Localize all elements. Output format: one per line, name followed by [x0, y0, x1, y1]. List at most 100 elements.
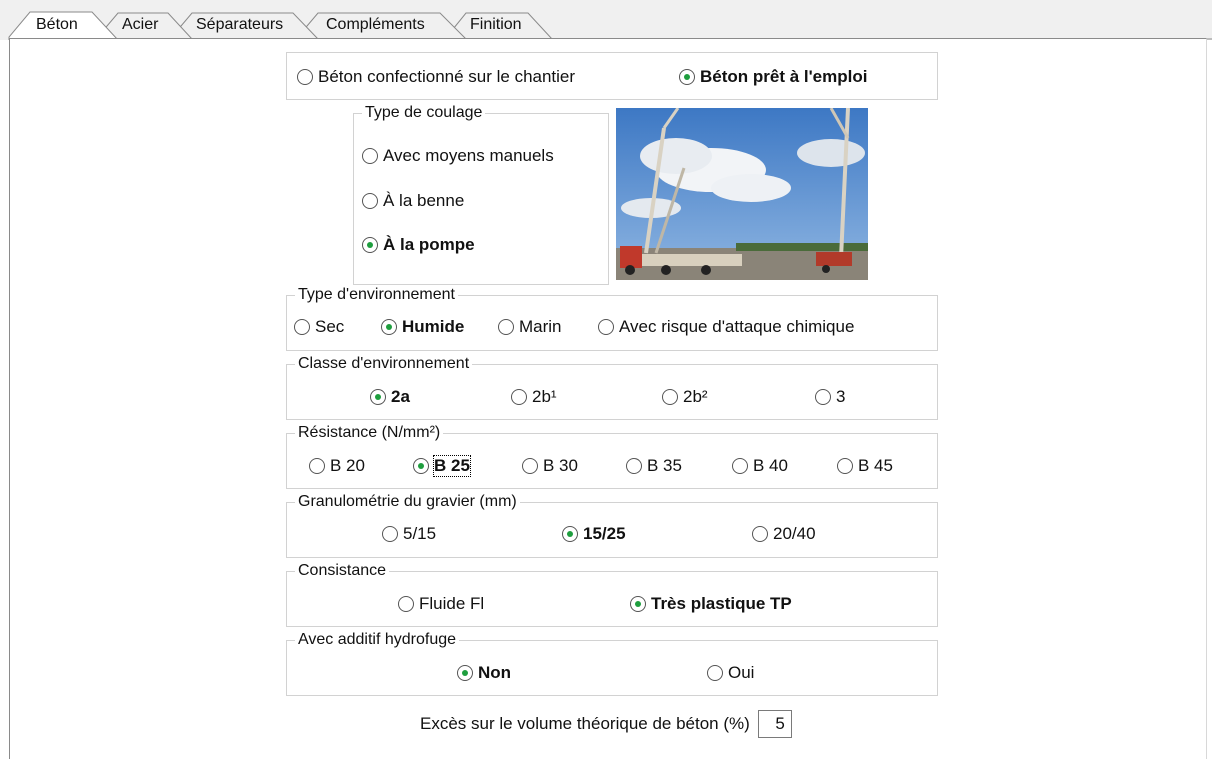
radio-indicator [362, 193, 378, 209]
hydrofuge-legend: Avec additif hydrofuge [295, 630, 460, 650]
radio-beton-pret[interactable]: Béton prêt à l'emploi [679, 67, 867, 87]
coulage-legend: Type de coulage [362, 103, 486, 123]
radio-label: B 40 [753, 456, 788, 475]
classe-legend: Classe d'environnement [295, 354, 473, 374]
consistance-group: Consistance Fluide Fl Très plastique TP [286, 561, 938, 627]
radio-env-marin[interactable]: Marin [498, 317, 562, 337]
environnement-group: Type d'environnement Sec Humide Marin Av… [286, 285, 938, 351]
radio-env-sec[interactable]: Sec [294, 317, 344, 337]
radio-res-b25[interactable]: B 25 [413, 455, 471, 477]
radio-label: Très plastique TP [651, 594, 792, 613]
resistance-legend: Résistance (N/mm²) [295, 423, 444, 443]
radio-label: Non [478, 663, 512, 682]
granulometrie-group: Granulométrie du gravier (mm) 5/15 15/25… [286, 492, 938, 558]
radio-label: 15/25 [583, 524, 626, 543]
tab-beton[interactable]: Béton [36, 16, 78, 34]
radio-indicator [598, 319, 614, 335]
exces-input[interactable]: 5 [757, 710, 792, 738]
radio-label: B 25 [433, 455, 471, 477]
radio-label: 2a [391, 387, 410, 406]
radio-label: 2b¹ [532, 387, 557, 406]
environnement-legend: Type d'environnement [295, 285, 458, 305]
tab-acier[interactable]: Acier [122, 16, 158, 34]
radio-res-b30[interactable]: B 30 [522, 456, 578, 476]
radio-indicator [707, 665, 723, 681]
radio-hydrofuge-non[interactable]: Non [457, 663, 511, 683]
beton-source-group: Béton confectionné sur le chantier Béton… [286, 52, 938, 100]
radio-label: 5/15 [403, 524, 437, 543]
radio-label: 3 [836, 387, 846, 406]
radio-res-b40[interactable]: B 40 [732, 456, 788, 476]
radio-indicator [522, 458, 538, 474]
radio-coulage-pompe[interactable]: À la pompe [362, 235, 475, 255]
radio-label: Avec moyens manuels [383, 146, 554, 165]
radio-label: B 35 [647, 456, 682, 475]
radio-label: B 20 [330, 456, 365, 475]
classe-group: Classe d'environnement 2a 2b¹ 2b² 3 [286, 354, 938, 420]
radio-indicator [297, 69, 313, 85]
radio-consistance-tp[interactable]: Très plastique TP [630, 594, 792, 614]
radio-indicator [662, 389, 678, 405]
granulometrie-legend: Granulométrie du gravier (mm) [295, 492, 520, 512]
radio-hydrofuge-oui[interactable]: Oui [707, 663, 754, 683]
tab-separateurs[interactable]: Séparateurs [196, 16, 283, 34]
radio-indicator [630, 596, 646, 612]
radio-classe-2b2[interactable]: 2b² [662, 387, 708, 407]
resistance-group: Résistance (N/mm²) B 20 B 25 B 30 B 35 B… [286, 423, 938, 489]
radio-indicator [752, 526, 768, 542]
radio-classe-2a[interactable]: 2a [370, 387, 410, 407]
radio-gran-15-25[interactable]: 15/25 [562, 524, 626, 544]
radio-label: 2b² [683, 387, 708, 406]
hydrofuge-group: Avec additif hydrofuge Non Oui [286, 630, 938, 696]
radio-label: Humide [402, 317, 465, 336]
radio-indicator [626, 458, 642, 474]
radio-label: Fluide Fl [419, 594, 485, 613]
radio-indicator [498, 319, 514, 335]
radio-label: Avec risque d'attaque chimique [619, 317, 855, 336]
radio-label: Marin [519, 317, 562, 336]
radio-res-b45[interactable]: B 45 [837, 456, 893, 476]
tab-strip: Béton Acier Séparateurs Compléments Fini… [0, 0, 1212, 40]
tab-finition[interactable]: Finition [470, 16, 522, 34]
radio-env-chimique[interactable]: Avec risque d'attaque chimique [598, 317, 854, 337]
radio-label: Béton prêt à l'emploi [700, 67, 868, 86]
radio-label: Béton confectionné sur le chantier [318, 67, 576, 86]
radio-label: À la pompe [383, 235, 475, 254]
radio-classe-2b1[interactable]: 2b¹ [511, 387, 557, 407]
radio-indicator [457, 665, 473, 681]
tab-complements[interactable]: Compléments [326, 16, 425, 34]
radio-coulage-benne[interactable]: À la benne [362, 191, 464, 211]
exces-label: Excès sur le volume théorique de béton (… [420, 714, 750, 733]
radio-indicator [413, 458, 429, 474]
radio-beton-chantier[interactable]: Béton confectionné sur le chantier [297, 67, 575, 87]
radio-indicator [370, 389, 386, 405]
radio-gran-5-15[interactable]: 5/15 [382, 524, 436, 544]
concrete-pump-photo [616, 108, 868, 280]
radio-env-humide[interactable]: Humide [381, 317, 464, 337]
tab-outlines [8, 11, 1212, 40]
radio-indicator [562, 526, 578, 542]
radio-classe-3[interactable]: 3 [815, 387, 845, 407]
radio-label: B 45 [858, 456, 893, 475]
radio-indicator [815, 389, 831, 405]
radio-label: À la benne [383, 191, 465, 210]
radio-indicator [511, 389, 527, 405]
radio-consistance-fluide[interactable]: Fluide Fl [398, 594, 484, 614]
radio-gran-20-40[interactable]: 20/40 [752, 524, 816, 544]
radio-indicator [837, 458, 853, 474]
radio-res-b20[interactable]: B 20 [309, 456, 365, 476]
radio-indicator [309, 458, 325, 474]
radio-res-b35[interactable]: B 35 [626, 456, 682, 476]
radio-label: Sec [315, 317, 345, 336]
exces-row: Excès sur le volume théorique de béton (… [420, 710, 792, 738]
coulage-group: Type de coulage Avec moyens manuels À la… [353, 103, 609, 285]
radio-indicator [382, 526, 398, 542]
radio-coulage-manuel[interactable]: Avec moyens manuels [362, 146, 554, 166]
consistance-legend: Consistance [295, 561, 390, 581]
radio-label: B 30 [543, 456, 578, 475]
radio-indicator [362, 148, 378, 164]
radio-indicator [398, 596, 414, 612]
radio-label: 20/40 [773, 524, 816, 543]
radio-indicator [732, 458, 748, 474]
radio-indicator [381, 319, 397, 335]
